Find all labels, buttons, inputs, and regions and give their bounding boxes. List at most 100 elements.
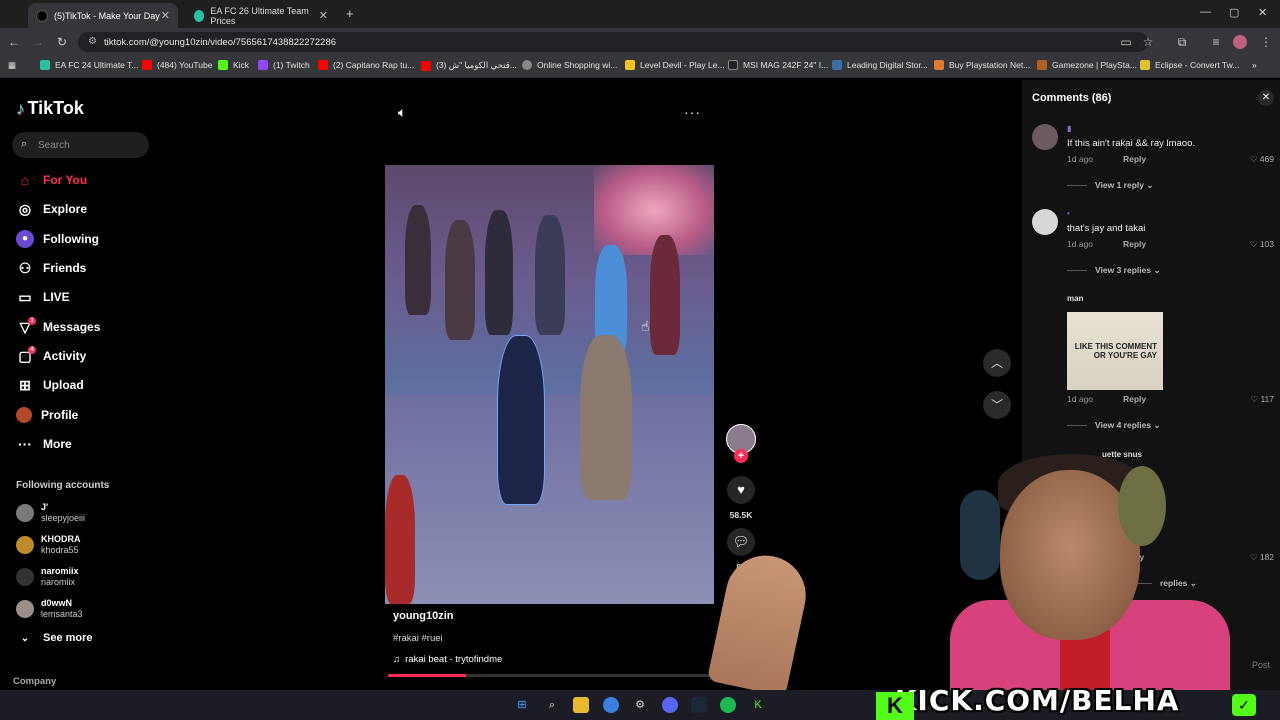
file-explorer-icon[interactable] bbox=[573, 697, 589, 713]
menu-icon[interactable]: ⋮ bbox=[1258, 34, 1274, 50]
bookmark-kick[interactable]: Kick bbox=[218, 60, 249, 70]
new-tab-icon[interactable]: + bbox=[346, 6, 354, 21]
avatar[interactable] bbox=[1032, 294, 1058, 320]
tiktok-sidebar: ♪ TikTok ⌕ Search ⌂ For You ◎ Explore ● Fol… bbox=[0, 80, 160, 690]
spotify-icon[interactable] bbox=[720, 697, 736, 713]
media-icon[interactable]: ≡ bbox=[1208, 34, 1224, 50]
tiktok-logo[interactable]: ♪ TikTok bbox=[16, 98, 84, 119]
video-hashtags[interactable]: #rakai #ruei bbox=[393, 633, 443, 644]
chrome-icon[interactable] bbox=[603, 697, 619, 713]
video-music[interactable]: ♫ rakai beat - trytofindme bbox=[393, 654, 502, 665]
tab-ea-fc[interactable]: EA FC 26 Ultimate Team Prices ✕ bbox=[186, 3, 336, 28]
bookmark-capitano[interactable]: (2) Capitano Rap tu... bbox=[318, 60, 414, 70]
profile-avatar[interactable] bbox=[1233, 35, 1247, 49]
avatar[interactable] bbox=[1032, 124, 1058, 150]
search-icon[interactable]: ⌕ bbox=[544, 697, 560, 713]
streamer-webcam-overlay bbox=[940, 430, 1280, 690]
maximize-icon[interactable]: ▢ bbox=[1229, 6, 1239, 19]
game-icon bbox=[625, 60, 635, 70]
close-icon[interactable]: ✕ bbox=[1258, 90, 1274, 106]
tab-tiktok[interactable]: (5)TikTok - Make Your Day ✕ bbox=[28, 3, 178, 28]
nav-activity[interactable]: ▢ 4 Activity bbox=[16, 345, 156, 367]
nav-for-you[interactable]: ⌂ For You bbox=[16, 169, 156, 191]
headphones-graphic bbox=[960, 490, 1000, 580]
close-window-icon[interactable]: ✕ bbox=[1258, 6, 1267, 19]
reply-button[interactable]: Reply bbox=[1123, 239, 1146, 249]
site-info-icon[interactable]: ⚙ bbox=[88, 36, 97, 47]
kick-app-icon[interactable]: K bbox=[750, 697, 766, 713]
video-username[interactable]: young10zin bbox=[393, 610, 454, 622]
more-options-icon[interactable]: ··· bbox=[684, 104, 701, 120]
follow-plus-icon[interactable]: + bbox=[734, 449, 748, 463]
cast-icon[interactable]: ▭ bbox=[1118, 34, 1134, 50]
app-icon[interactable]: ⚙ bbox=[632, 697, 648, 713]
following-account[interactable]: J' sleepyjoeiii bbox=[16, 500, 156, 526]
video-player[interactable] bbox=[385, 165, 714, 604]
company-link[interactable]: Company bbox=[13, 676, 56, 687]
forward-icon[interactable]: → bbox=[30, 34, 46, 50]
profile-icon bbox=[16, 407, 32, 423]
nav-more[interactable]: ··· More bbox=[16, 433, 156, 455]
like-button[interactable]: ♥ bbox=[727, 476, 755, 504]
heart-icon: ♥ bbox=[737, 482, 745, 497]
commenter-name[interactable]: man bbox=[1067, 294, 1083, 303]
next-video-button[interactable]: ﹀ bbox=[983, 391, 1011, 419]
steam-icon[interactable] bbox=[691, 697, 707, 713]
following-account[interactable]: d0wwN lemsanta3 bbox=[16, 596, 156, 622]
tab-label: (5)TikTok - Make Your Day bbox=[54, 10, 160, 21]
reply-button[interactable]: Reply bbox=[1123, 394, 1146, 404]
following-account[interactable]: KHODRA khodra55 bbox=[16, 532, 156, 558]
comment-like[interactable]: ♡ 117 bbox=[1250, 394, 1274, 405]
nav-live[interactable]: ▭ LIVE bbox=[16, 286, 156, 308]
nav-profile[interactable]: Profile bbox=[16, 404, 156, 426]
avatar[interactable] bbox=[1032, 209, 1058, 235]
video-progress-bar[interactable] bbox=[388, 674, 712, 677]
bookmark-star-icon[interactable]: ☆ bbox=[1140, 34, 1156, 50]
nav-friends[interactable]: ⚇ Friends bbox=[16, 257, 156, 279]
comment-like[interactable]: ♡ 103 bbox=[1250, 239, 1274, 250]
bookmark-msi[interactable]: MSI MAG 242F 24" I... bbox=[728, 60, 828, 70]
mouse-cursor-icon: ☝︎ bbox=[641, 318, 650, 334]
bookmark-ea[interactable]: EA FC 24 Ultimate T... bbox=[40, 60, 138, 70]
nav-messages[interactable]: ▽ 1 Messages bbox=[16, 316, 156, 338]
comment-text: that's jay and takai bbox=[1067, 223, 1146, 234]
see-more-button[interactable]: ⌄ See more bbox=[16, 627, 156, 649]
nav-following[interactable]: ● Following bbox=[16, 228, 156, 250]
address-bar[interactable]: ⚙ tiktok.com/@young10zin/video/756561743… bbox=[78, 32, 1148, 52]
following-account[interactable]: naromiix naromiix bbox=[16, 564, 156, 590]
comment-like[interactable]: ♡ 469 bbox=[1250, 154, 1274, 165]
search-input[interactable]: ⌕ Search bbox=[12, 132, 149, 158]
close-tab-icon[interactable]: ✕ bbox=[319, 9, 328, 22]
bookmark-twitch[interactable]: (1) Twitch bbox=[258, 60, 310, 70]
apps-icon[interactable]: ▦ bbox=[8, 60, 16, 71]
nav-upload[interactable]: ⊞ Upload bbox=[16, 374, 156, 396]
bookmark-gamezone[interactable]: Gamezone | PlaySta... bbox=[1037, 60, 1137, 70]
nav-explore[interactable]: ◎ Explore bbox=[16, 198, 156, 220]
reload-icon[interactable]: ↻ bbox=[54, 34, 70, 50]
bookmark-eclipse[interactable]: Eclipse - Convert Tw... bbox=[1140, 60, 1239, 70]
view-replies-button[interactable]: View 3 replies ⌄ bbox=[1067, 265, 1161, 276]
comment-text: If this ain't rakai && ray lmaoo. bbox=[1067, 138, 1196, 149]
bookmark-digital-store[interactable]: Leading Digital Stor... bbox=[832, 60, 928, 70]
extensions-icon[interactable]: ⧉ bbox=[1174, 34, 1190, 50]
reply-button[interactable]: Reply bbox=[1123, 154, 1146, 164]
bookmark-shopping[interactable]: Online Shopping wi... bbox=[522, 60, 617, 70]
close-tab-icon[interactable]: ✕ bbox=[161, 9, 170, 22]
more-icon: ··· bbox=[18, 436, 32, 452]
minimize-icon[interactable]: — bbox=[1200, 6, 1211, 18]
bookmark-playstation[interactable]: Buy Playstation Net... bbox=[934, 60, 1030, 70]
volume-icon[interactable]: 🔈︎ bbox=[398, 104, 406, 121]
activity-icon: ▢ 4 bbox=[16, 345, 36, 365]
previous-video-button[interactable]: ︿ bbox=[983, 349, 1011, 377]
bookmark-arabic[interactable]: (3) قتحي الكوميا "ش... bbox=[421, 60, 517, 71]
more-bookmarks-icon[interactable]: » bbox=[1252, 60, 1257, 70]
view-replies-button[interactable]: View 1 reply ⌄ bbox=[1067, 180, 1153, 191]
store-icon bbox=[832, 60, 842, 70]
youtube-icon bbox=[421, 60, 431, 71]
comment-button[interactable]: 💬︎ bbox=[727, 528, 755, 556]
discord-icon[interactable] bbox=[662, 697, 678, 713]
bookmark-level-devil[interactable]: Level Devil - Play Le... bbox=[625, 60, 725, 70]
bookmark-youtube[interactable]: (484) YouTube bbox=[142, 60, 212, 70]
windows-start-icon[interactable]: ⊞ bbox=[514, 697, 530, 713]
back-icon[interactable]: ← bbox=[6, 34, 22, 50]
